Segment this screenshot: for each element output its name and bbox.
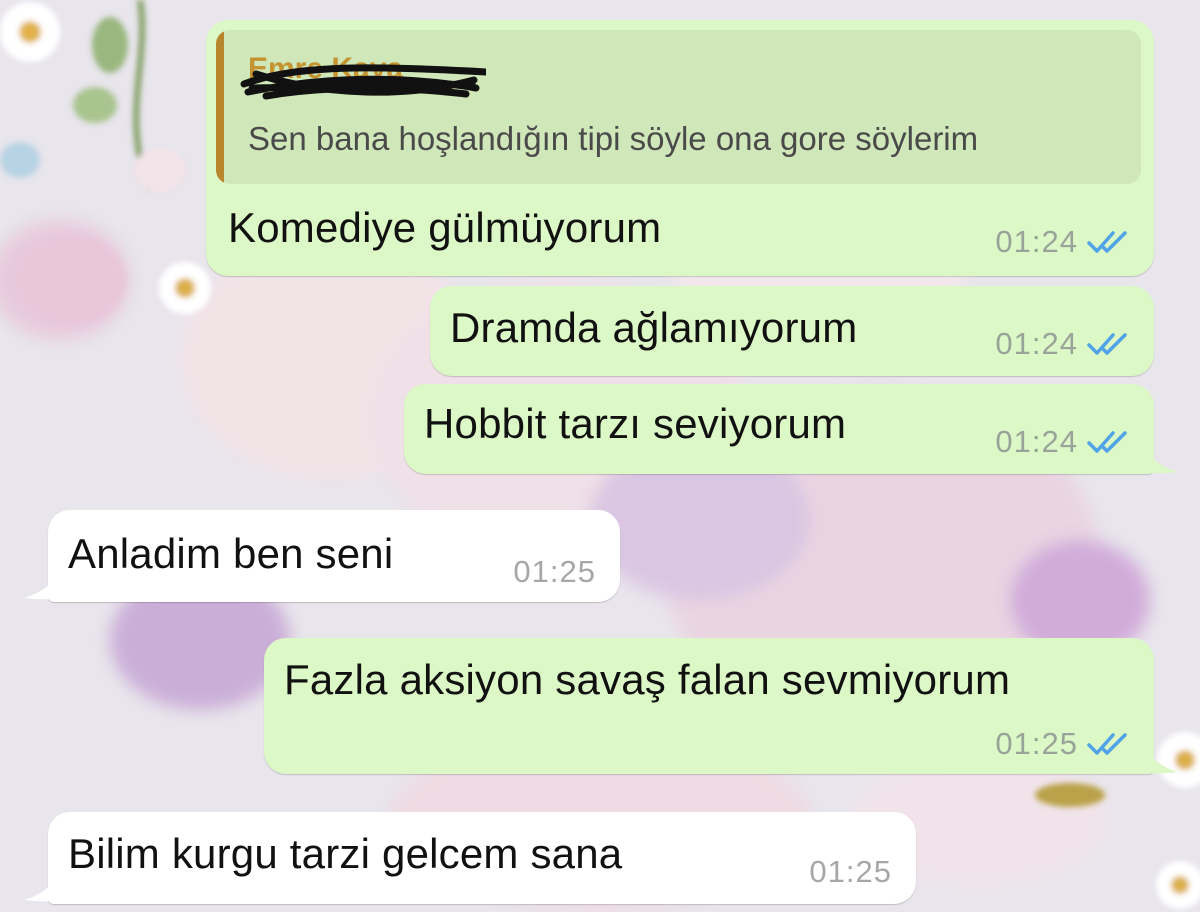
double-check-icon	[1087, 733, 1127, 755]
message-time: 01:24	[995, 224, 1078, 259]
message-text: Bilim kurgu tarzi gelcem sana	[68, 830, 623, 877]
redaction-scribble	[240, 64, 486, 100]
message-text: Fazla aksiyon savaş falan sevmiyorum	[284, 656, 1011, 703]
message-bubble-incoming[interactable]: Bilim kurgu tarzi gelcem sana 01:25	[48, 812, 916, 904]
message-text: Anladim ben seni	[68, 530, 394, 577]
double-check-icon	[1087, 333, 1127, 355]
quoted-message[interactable]: Emre Kaya Sen bana hoşlandığın tipi söyl…	[216, 30, 1141, 184]
message-text: Komediye gülmüyorum	[228, 204, 662, 251]
bubble-tail-incoming	[24, 864, 64, 902]
message-bubble-outgoing[interactable]: Emre Kaya Sen bana hoşlandığın tipi söyl…	[206, 20, 1154, 276]
double-check-icon	[1087, 231, 1127, 253]
message-bubble-outgoing[interactable]: Dramda ağlamıyorum 01:24	[430, 286, 1154, 376]
message-bubble-outgoing[interactable]: Hobbit tarzı seviyorum 01:24	[404, 384, 1154, 474]
double-check-icon	[1087, 431, 1127, 453]
message-text: Hobbit tarzı seviyorum	[424, 400, 847, 447]
message-bubble-outgoing[interactable]: Fazla aksiyon savaş falan sevmiyorum 01:…	[264, 638, 1154, 774]
message-time: 01:24	[995, 424, 1078, 459]
message-meta: 01:24	[995, 424, 1130, 460]
message-time: 01:24	[995, 326, 1078, 361]
message-time: 01:25	[809, 854, 892, 889]
message-bubble-incoming[interactable]: Anladim ben seni 01:25	[48, 510, 620, 602]
message-text: Dramda ağlamıyorum	[450, 304, 858, 351]
bubble-tail-outgoing	[1138, 736, 1178, 774]
bubble-tail-outgoing	[1138, 436, 1178, 474]
message-time: 01:25	[513, 554, 596, 589]
message-meta: 01:25	[995, 726, 1130, 762]
message-meta: 01:24	[995, 224, 1130, 260]
quote-accent-bar	[216, 30, 224, 184]
message-meta: 01:25	[513, 554, 596, 590]
quoted-text: Sen bana hoşlandığın tipi söyle ona gore…	[248, 120, 979, 157]
message-meta: 01:24	[995, 326, 1130, 362]
bubble-tail-incoming	[24, 562, 64, 600]
message-meta: 01:25	[809, 854, 892, 890]
message-time: 01:25	[995, 726, 1078, 761]
